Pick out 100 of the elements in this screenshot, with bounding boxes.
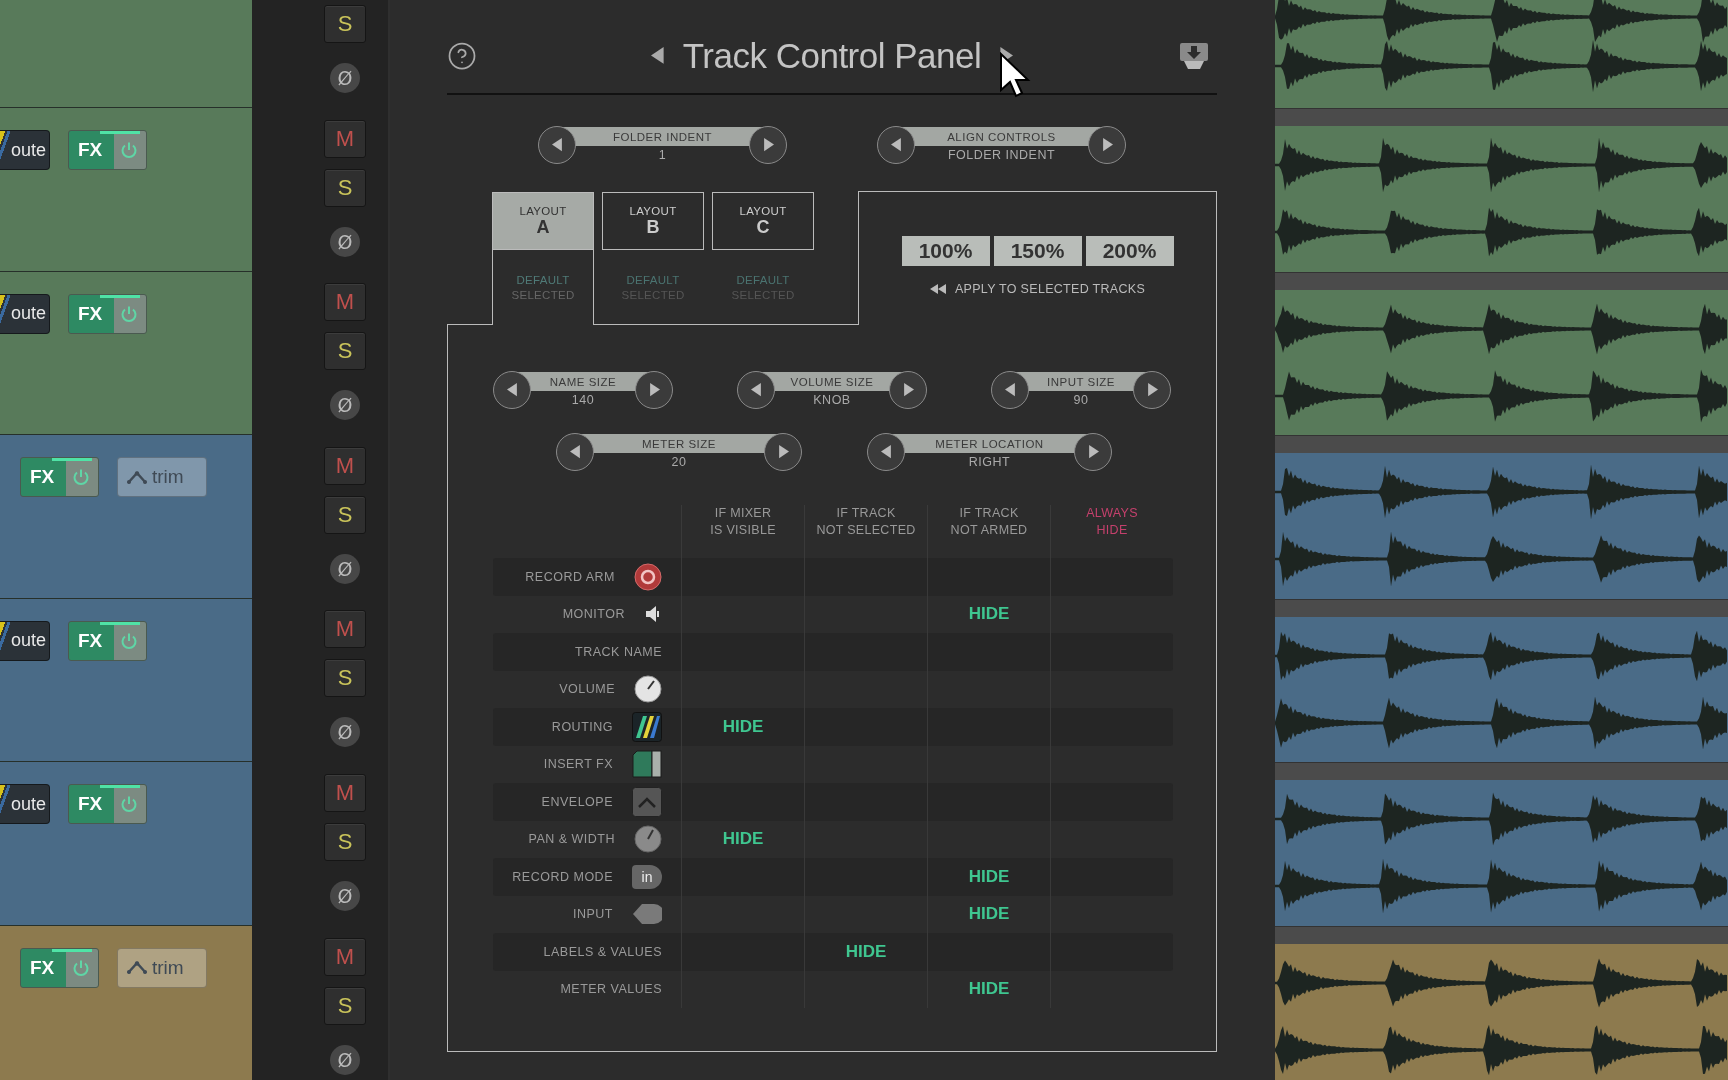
power-icon — [120, 304, 138, 323]
fx-button[interactable]: FX — [20, 947, 99, 988]
right-arrow-icon — [1101, 138, 1113, 152]
help-icon[interactable] — [447, 40, 477, 71]
routing-icon — [632, 711, 662, 742]
envelope-icon — [127, 470, 147, 484]
next-button[interactable] — [635, 371, 673, 409]
right-arrow-icon — [1146, 383, 1158, 397]
right-arrow-icon — [777, 445, 789, 459]
next-button[interactable] — [889, 371, 927, 409]
scale-button[interactable]: 100% — [901, 236, 990, 266]
phase-button[interactable]: Ø — [330, 553, 360, 584]
previous-button[interactable] — [991, 371, 1029, 409]
download-icon[interactable] — [1179, 41, 1209, 70]
power-icon — [72, 958, 90, 977]
layout-tab[interactable]: LAYOUT B — [602, 192, 704, 250]
scale-button[interactable]: 200% — [1085, 236, 1174, 266]
row-label: LABELS & VALUES — [543, 944, 662, 959]
setting-label: METER LOCATION — [891, 434, 1088, 453]
hide-toggle[interactable]: HIDE — [722, 716, 764, 737]
phase-button[interactable]: Ø — [330, 717, 360, 748]
column-header: IF TRACK NOT SELECTED — [816, 505, 916, 539]
left-arrow-icon — [890, 138, 902, 152]
next-button[interactable] — [1133, 371, 1171, 409]
right-arrow-icon — [1087, 445, 1099, 459]
input-icon — [632, 902, 662, 927]
fx-button[interactable]: FX — [20, 457, 99, 498]
phase-button[interactable]: Ø — [330, 63, 360, 93]
row-label: RECORD MODE — [512, 869, 613, 884]
route-button[interactable]: oute — [0, 130, 50, 170]
fx-button[interactable]: FX — [68, 784, 147, 825]
previous-button[interactable] — [538, 126, 576, 164]
row-label: TRACK NAME — [575, 644, 662, 659]
route-button[interactable]: oute — [0, 784, 50, 825]
apply-button[interactable]: APPLY TO SELECTED TRACKS — [929, 282, 1146, 296]
next-button[interactable] — [1074, 433, 1112, 471]
speaker-icon — [644, 605, 662, 624]
solo-button[interactable]: S — [324, 822, 366, 861]
previous-button[interactable] — [877, 126, 915, 164]
record-icon — [634, 562, 662, 591]
right-arrow-icon — [902, 383, 914, 397]
previous-button[interactable] — [737, 371, 775, 409]
right-arrow-icon — [762, 138, 774, 152]
row-label: METER VALUES — [560, 982, 662, 997]
hide-toggle[interactable]: HIDE — [722, 829, 764, 850]
solo-button[interactable]: S — [324, 332, 366, 371]
scale-button[interactable]: 150% — [993, 236, 1082, 266]
previous-button[interactable] — [556, 433, 594, 471]
previous-button[interactable] — [650, 47, 665, 64]
solo-button[interactable]: S — [324, 168, 366, 207]
default-label: DEFAULT — [736, 274, 790, 286]
trim-button[interactable]: trim — [117, 947, 207, 988]
knob-icon — [634, 825, 662, 854]
column-header: IF MIXER IS VISIBLE — [710, 505, 776, 539]
record-mode-indicator: in — [632, 864, 662, 889]
hide-toggle[interactable]: HIDE — [968, 904, 1010, 925]
fx-button[interactable]: FX — [68, 293, 147, 334]
power-icon — [120, 795, 138, 814]
envelope-icon — [632, 786, 662, 817]
setting-value: 140 — [571, 393, 595, 407]
hide-toggle[interactable]: HIDE — [968, 866, 1010, 887]
route-button[interactable]: oute — [0, 293, 50, 334]
layout-tab[interactable]: LAYOUT A — [492, 192, 594, 250]
phase-button[interactable]: Ø — [330, 390, 360, 421]
previous-button[interactable] — [493, 371, 531, 409]
rewind-icon — [929, 284, 946, 294]
hide-toggle[interactable]: HIDE — [968, 979, 1010, 1000]
fx-button[interactable]: FX — [68, 130, 147, 170]
column-header: IF TRACK NOT ARMED — [950, 505, 1028, 539]
phase-button[interactable]: Ø — [330, 880, 360, 911]
hide-toggle[interactable]: HIDE — [845, 941, 887, 962]
solo-button[interactable]: S — [324, 495, 366, 534]
left-arrow-icon — [506, 383, 518, 397]
solo-button[interactable]: S — [324, 5, 366, 43]
next-button[interactable] — [764, 433, 802, 471]
hide-toggle[interactable]: HIDE — [968, 604, 1010, 625]
phase-button[interactable]: Ø — [330, 1044, 360, 1075]
layout-tab[interactable]: LAYOUT C — [712, 192, 814, 250]
next-button[interactable] — [749, 126, 787, 164]
solo-button[interactable]: S — [324, 986, 366, 1025]
right-arrow-icon — [648, 383, 660, 397]
row-label: PAN & WIDTH — [528, 832, 615, 847]
next-button[interactable] — [1088, 126, 1126, 164]
default-label: DEFAULT — [516, 274, 570, 286]
setting-value: FOLDER INDENT — [947, 148, 1056, 162]
left-arrow-icon — [1004, 383, 1016, 397]
default-label: DEFAULT — [626, 274, 680, 286]
fx-button[interactable]: FX — [68, 620, 147, 661]
setting-value: 1 — [658, 148, 667, 162]
knob-icon — [634, 675, 662, 704]
previous-button[interactable] — [867, 433, 905, 471]
solo-button[interactable]: S — [324, 659, 366, 698]
left-arrow-icon — [650, 47, 665, 64]
route-button[interactable]: oute — [0, 620, 50, 661]
phase-button[interactable]: Ø — [330, 226, 360, 257]
row-label: VOLUME — [559, 682, 615, 697]
row-label: ENVELOPE — [541, 794, 613, 809]
setting-label: ALIGN CONTROLS — [901, 127, 1102, 146]
left-arrow-icon — [750, 383, 762, 397]
setting-value: 20 — [671, 455, 687, 469]
